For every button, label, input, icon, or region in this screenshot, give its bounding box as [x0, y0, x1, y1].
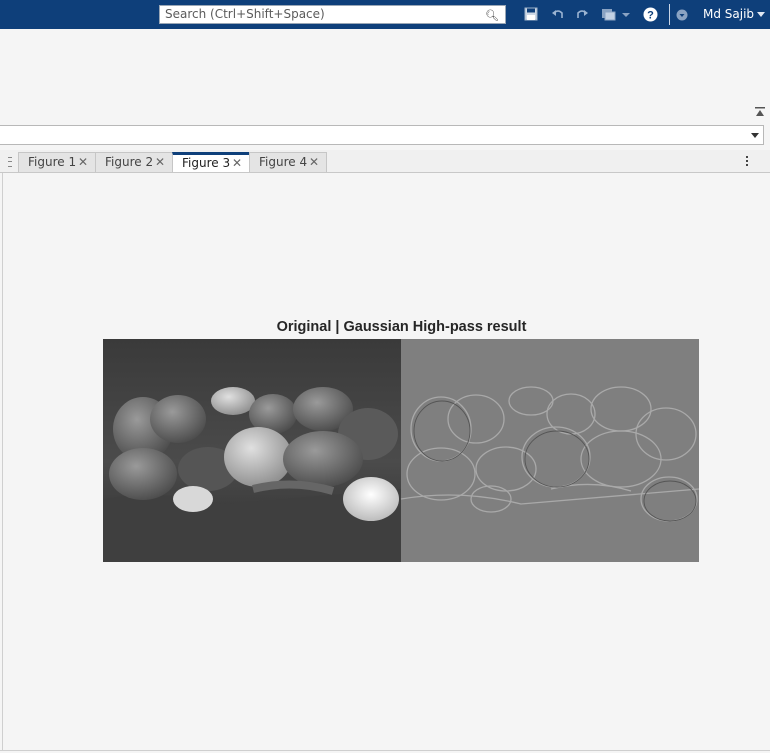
top-toolbar: Search (Ctrl+Shift+Space) 🔍︎ ? Md Sajib — [0, 0, 770, 30]
close-icon[interactable]: ✕ — [232, 155, 242, 171]
image-montage — [103, 339, 699, 562]
current-folder-bar[interactable] — [0, 125, 764, 145]
tab-figure-4[interactable]: Figure 4 ✕ — [249, 152, 327, 172]
tab-label: Figure 4 — [259, 155, 308, 169]
original-image — [103, 339, 401, 562]
tab-label: Figure 1 — [28, 155, 77, 169]
toolstrip — [0, 29, 770, 125]
figure-tab-bar: Figure 1 ✕ Figure 2 ✕ Figure 3 ✕ Figure … — [0, 150, 770, 173]
toolbar-separator — [669, 4, 670, 25]
tab-label: Figure 3 — [182, 156, 231, 170]
save-icon[interactable] — [524, 7, 538, 21]
close-icon[interactable]: ✕ — [155, 153, 165, 172]
close-icon[interactable]: ✕ — [309, 153, 319, 172]
search-icon[interactable]: 🔍︎ — [485, 7, 499, 24]
search-placeholder: Search (Ctrl+Shift+Space) — [165, 7, 325, 21]
notification-icon[interactable] — [676, 9, 688, 21]
undo-icon[interactable] — [551, 7, 565, 21]
more-options-icon[interactable] — [746, 156, 749, 168]
tab-figure-2[interactable]: Figure 2 ✕ — [95, 152, 173, 172]
redo-icon[interactable] — [575, 7, 589, 21]
search-input[interactable]: Search (Ctrl+Shift+Space) 🔍︎ — [159, 5, 506, 24]
tab-figure-1[interactable]: Figure 1 ✕ — [18, 152, 96, 172]
help-icon[interactable]: ? — [643, 7, 658, 22]
close-icon[interactable]: ✕ — [78, 153, 88, 172]
chevron-down-icon[interactable] — [757, 12, 765, 17]
highpass-image — [400, 339, 699, 562]
user-name[interactable]: Md Sajib — [703, 7, 754, 21]
collapse-toolstrip-icon[interactable] — [754, 106, 766, 118]
chevron-down-icon[interactable] — [751, 133, 759, 138]
tab-figure-3[interactable]: Figure 3 ✕ — [172, 152, 250, 172]
figure-canvas: Original | Gaussian High-pass result — [2, 173, 770, 750]
svg-text:?: ? — [647, 10, 654, 22]
figure-title: Original | Gaussian High-pass result — [276, 319, 527, 335]
window-switch-icon[interactable] — [601, 7, 631, 21]
drag-handle-icon[interactable] — [8, 157, 12, 167]
tab-label: Figure 2 — [105, 155, 154, 169]
bottom-border — [0, 750, 770, 751]
